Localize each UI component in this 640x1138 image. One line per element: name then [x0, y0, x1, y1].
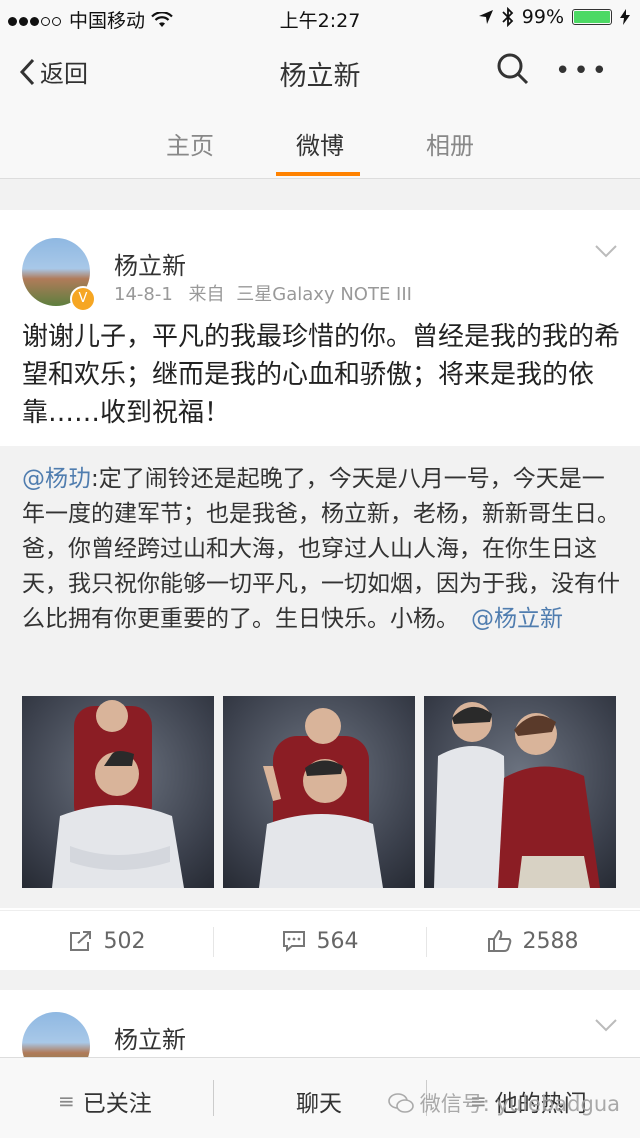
- like-button[interactable]: 2588: [426, 911, 639, 971]
- charging-bolt-icon: [620, 9, 630, 25]
- bottom-action-bar: ≡ 已关注 聊天 ≡ 他的热门 微信号: yulebadgua: [0, 1057, 640, 1138]
- search-icon[interactable]: [496, 52, 530, 86]
- post-photo-1[interactable]: [22, 696, 214, 888]
- comment-icon: [282, 931, 305, 953]
- chevron-down-icon[interactable]: [594, 244, 618, 258]
- navigation-bar: 返回 杨立新 •••: [0, 36, 640, 109]
- avatar[interactable]: V: [22, 238, 96, 312]
- profile-tabs: 主页 微博 相册: [0, 108, 640, 179]
- page-title: 杨立新: [279, 61, 361, 92]
- follow-button[interactable]: ≡ 已关注: [58, 1084, 152, 1118]
- status-bar: 中国移动 上午2:27 99%: [0, 0, 640, 36]
- post-meta: 14-8-1 来自 三星Galaxy NOTE III: [114, 280, 412, 306]
- bluetooth-icon: [502, 7, 514, 27]
- battery-percent: 99%: [521, 6, 564, 28]
- battery-icon: [572, 9, 612, 25]
- wechat-icon: [387, 1093, 414, 1113]
- comment-button[interactable]: 564: [213, 911, 426, 971]
- repost-block[interactable]: @杨玏:定了闹铃还是起晚了，今天是八月一号，今天是一年一度的建军节；也是我爸，杨…: [0, 446, 640, 908]
- more-options-icon[interactable]: •••: [555, 56, 610, 86]
- post-source-prefix: 来自: [188, 284, 225, 305]
- repost-text-container: @杨玏:定了闹铃还是起晚了，今天是八月一号，今天是一年一度的建军节；也是我爸，杨…: [22, 462, 622, 637]
- repost-count: 502: [103, 928, 146, 954]
- like-count: 2588: [522, 928, 579, 954]
- tab-home[interactable]: 主页: [130, 126, 250, 161]
- post-author-name[interactable]: 杨立新: [114, 246, 186, 281]
- tab-weibo[interactable]: 微博: [260, 126, 380, 161]
- repost-author-mention[interactable]: @杨玏: [22, 466, 91, 492]
- comment-count: 564: [316, 928, 359, 954]
- watermark-text: 微信号: yulebadgua: [419, 1092, 620, 1116]
- repost-end-mention[interactable]: @杨立新: [471, 606, 563, 632]
- repost-icon: [69, 931, 91, 951]
- post-author-name[interactable]: 杨立新: [114, 1020, 186, 1055]
- thumbs-up-icon: [487, 929, 511, 952]
- location-arrow-icon: [478, 10, 493, 24]
- menu-lines-icon: ≡: [58, 1089, 75, 1113]
- post-photo-3[interactable]: [424, 696, 616, 888]
- post-text: 谢谢儿子，平凡的我最珍惜的你。曾经是我的我的希望和欢乐；继而是我的心血和骄傲；将…: [22, 322, 621, 428]
- chevron-down-icon[interactable]: [594, 1018, 618, 1032]
- repost-button[interactable]: 502: [0, 911, 213, 971]
- weibo-post-card[interactable]: V 杨立新 14-8-1 来自 三星Galaxy NOTE III 谢谢儿子，平…: [0, 210, 640, 970]
- post-actions-bar: 502 564 2588: [0, 910, 640, 971]
- follow-label: 已关注: [82, 1091, 152, 1117]
- chat-label: 聊天: [296, 1091, 342, 1117]
- verified-badge-icon: V: [70, 286, 96, 312]
- post-date: 14-8-1: [114, 284, 173, 305]
- wechat-watermark: 微信号: yulebadgua: [387, 1088, 620, 1118]
- tab-album[interactable]: 相册: [390, 126, 510, 161]
- post-source: 三星Galaxy NOTE III: [236, 284, 412, 305]
- active-tab-indicator: [276, 172, 360, 176]
- chat-button[interactable]: 聊天: [296, 1084, 342, 1118]
- post-photo-2[interactable]: [223, 696, 415, 888]
